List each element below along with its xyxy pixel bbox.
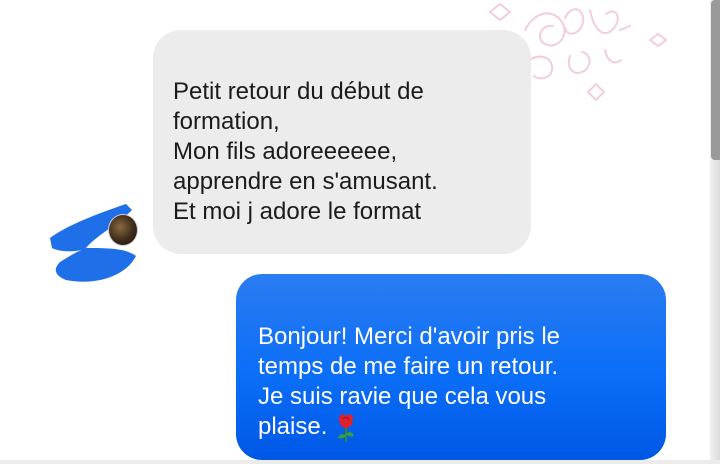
bottom-edge — [0, 460, 720, 464]
chat-thread: Petit retour du début de formation, Mon … — [0, 0, 720, 464]
received-message-bubble: Petit retour du début de formation, Mon … — [153, 30, 531, 254]
sent-message-text: Bonjour! Merci d'avoir pris le temps de … — [258, 323, 561, 440]
sent-message-bubble: Bonjour! Merci d'avoir pris le temps de … — [236, 274, 666, 460]
received-message-text: Petit retour du début de formation, Mon … — [173, 78, 438, 225]
contact-avatar[interactable] — [108, 214, 138, 246]
rose-icon — [338, 413, 355, 442]
scrollbar-thumb[interactable] — [711, 0, 720, 160]
redaction-scribble — [50, 204, 136, 282]
